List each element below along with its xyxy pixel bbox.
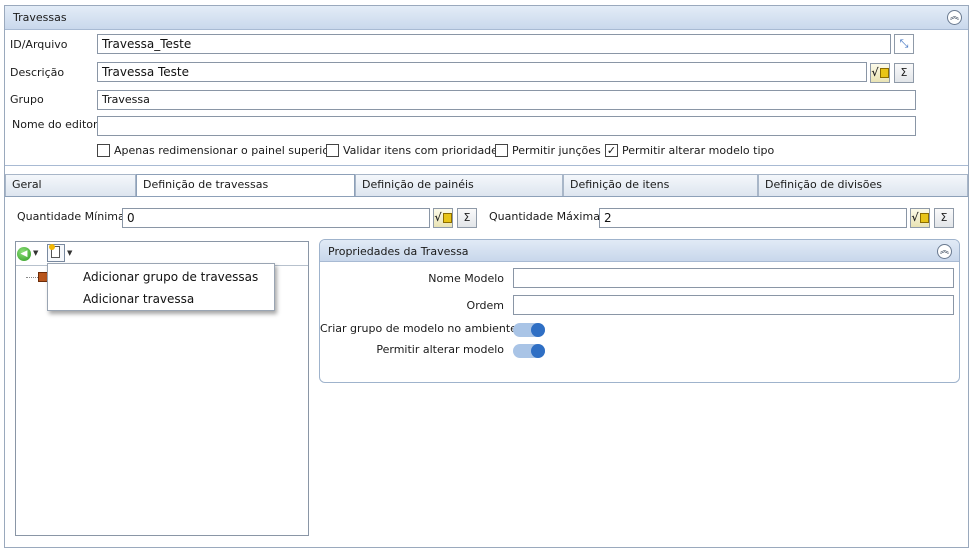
order-input[interactable]	[513, 295, 954, 315]
collapse-icon[interactable]: ︽	[947, 10, 962, 25]
dropdown-arrow-icon[interactable]: ▼	[67, 249, 72, 257]
properties-title: Propriedades da Travessa	[328, 245, 469, 258]
formula-sqrt-icon[interactable]: √	[910, 208, 930, 228]
context-menu: Adicionar grupo de travessas Adicionar t…	[47, 263, 275, 311]
properties-panel: Propriedades da Travessa ︽ Nome Modelo O…	[319, 239, 960, 383]
checkbox-label: Permitir alterar modelo tipo	[622, 144, 775, 157]
max-quantity-input[interactable]: 2	[599, 208, 907, 228]
check-icon: ✓	[606, 144, 617, 157]
checkbox-label: Validar itens com prioridade	[343, 144, 498, 157]
formula-sqrt-icon[interactable]: √	[870, 63, 890, 83]
tab-geral[interactable]: Geral	[5, 174, 136, 196]
sqrt-glyph: √	[911, 211, 919, 224]
toggle-knob	[531, 344, 545, 358]
id-input[interactable]: Travessa_Teste	[97, 34, 891, 54]
checkbox-label: Permitir junções	[512, 144, 601, 157]
checkbox-validate-priority[interactable]	[326, 144, 339, 157]
tab-definicao-paineis[interactable]: Definição de painéis	[355, 174, 563, 196]
checkbox-allow-model-type[interactable]: ✓	[605, 144, 618, 157]
editor-label: Nome do editor	[12, 118, 98, 131]
tab-strip: Geral Definição de travessas Definição d…	[5, 174, 968, 197]
order-label: Ordem	[466, 299, 504, 312]
dropdown-arrow-icon[interactable]: ▼	[33, 249, 38, 257]
collapse-icon[interactable]: ︽	[937, 244, 952, 259]
checkbox-allow-joints[interactable]	[495, 144, 508, 157]
group-input[interactable]: Travessa	[97, 90, 916, 110]
toggle-knob	[531, 323, 545, 337]
tab-definicao-travessas[interactable]: Definição de travessas	[136, 174, 355, 197]
sum-sigma-icon[interactable]: Σ	[934, 208, 954, 228]
description-input[interactable]: Travessa Teste	[97, 62, 867, 82]
group-label: Grupo	[10, 93, 44, 106]
back-arrow-icon[interactable]: ◀	[17, 247, 31, 261]
min-quantity-label: Quantidade Mínima	[17, 210, 125, 223]
menu-item-add-travessa[interactable]: Adicionar travessa	[83, 292, 194, 306]
allow-change-label: Permitir alterar modelo	[376, 343, 504, 356]
model-name-label: Nome Modelo	[428, 272, 504, 285]
header-bar	[5, 6, 968, 30]
menu-item-add-group[interactable]: Adicionar grupo de travessas	[83, 270, 258, 284]
sum-sigma-icon[interactable]: Σ	[894, 63, 914, 83]
divider	[5, 165, 968, 166]
tab-definicao-divisoes[interactable]: Definição de divisões	[758, 174, 968, 196]
create-group-label: Criar grupo de modelo no ambiente	[320, 322, 517, 335]
editor-input[interactable]	[97, 116, 916, 136]
description-label: Descrição	[10, 66, 65, 79]
sqrt-glyph: √	[434, 211, 442, 224]
min-quantity-input[interactable]: 0	[122, 208, 430, 228]
id-label: ID/Arquivo	[10, 38, 68, 51]
allow-change-toggle[interactable]	[513, 344, 545, 358]
checkbox-resize-top-panel[interactable]	[97, 144, 110, 157]
pick-file-icon[interactable]: ⤡	[894, 34, 914, 54]
model-name-input[interactable]	[513, 268, 954, 288]
tree-connector	[26, 277, 38, 278]
create-group-toggle[interactable]	[513, 323, 545, 337]
sqrt-glyph: √	[871, 66, 879, 79]
sum-sigma-icon[interactable]: Σ	[457, 208, 477, 228]
star-icon	[49, 244, 55, 250]
panel-title: Travessas	[13, 11, 67, 24]
formula-sqrt-icon[interactable]: √	[433, 208, 453, 228]
tab-definicao-itens[interactable]: Definição de itens	[563, 174, 758, 196]
checkbox-label: Apenas redimensionar o painel superior	[114, 144, 334, 157]
max-quantity-label: Quantidade Máxima	[489, 210, 600, 223]
